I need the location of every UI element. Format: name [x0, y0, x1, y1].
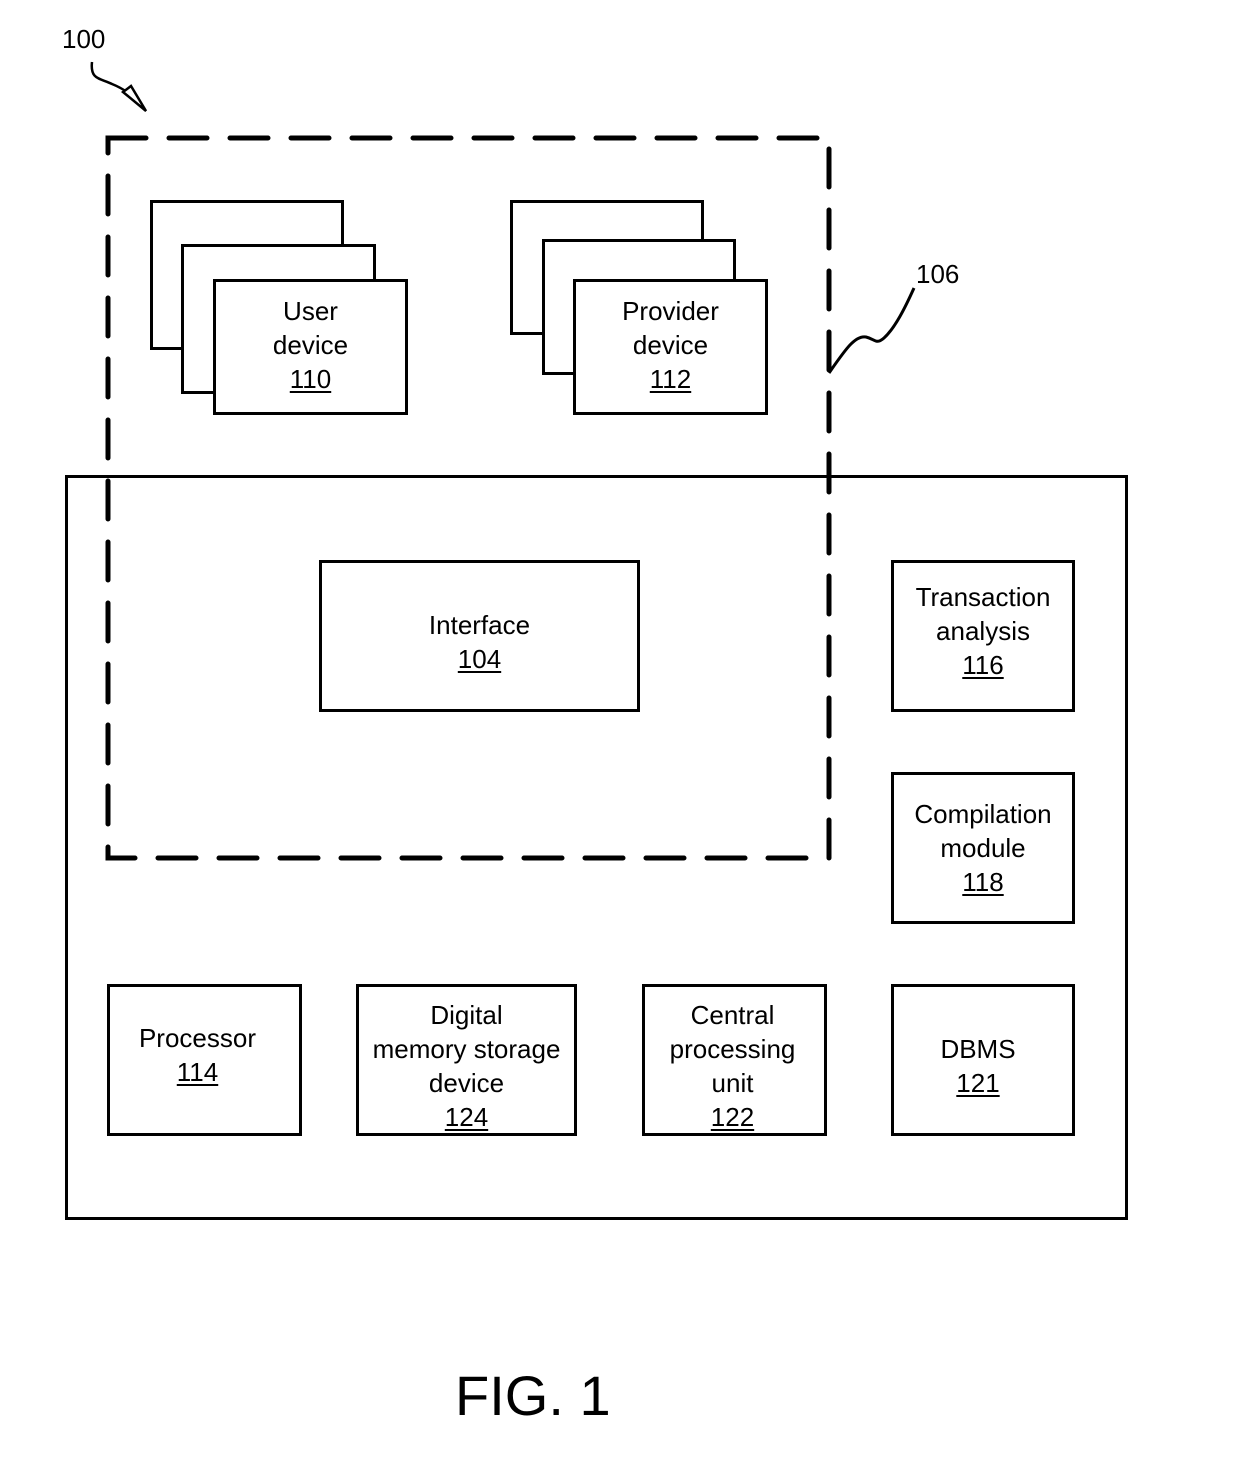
system-reference-label: 100 [62, 24, 106, 54]
user-device-number: 110 [289, 364, 332, 394]
reference-arrow-icon [120, 84, 148, 112]
memory-storage-number: 124 [444, 1102, 489, 1132]
network-reference-label: 106 [916, 259, 960, 289]
provider-device-label: Provider device 112 [576, 294, 765, 396]
user-device-box: User device 110 [213, 279, 408, 415]
interface-box: Interface 104 [319, 560, 640, 712]
user-device-label: User device 110 [216, 294, 405, 396]
compilation-module-number: 118 [962, 867, 1004, 897]
transaction-analysis-number: 116 [962, 650, 1004, 680]
transaction-analysis-box: Transaction analysis 116 [891, 560, 1075, 712]
compilation-module-box: Compilation module 118 [891, 772, 1075, 924]
memory-storage-label: Digital memory storage device 124 [351, 998, 582, 1134]
cpu-number: 122 [710, 1102, 755, 1132]
dbms-label: DBMS 121 [884, 1032, 1072, 1100]
provider-device-number: 112 [649, 364, 692, 394]
dbms-number: 121 [956, 1068, 1000, 1098]
figure-caption: FIG. 1 [455, 1364, 611, 1427]
reference-arrow-leader [90, 61, 135, 99]
dbms-box: DBMS 121 [891, 984, 1075, 1136]
compilation-module-label: Compilation module 118 [888, 797, 1078, 899]
provider-device-box: Provider device 112 [573, 279, 768, 415]
interface-number: 104 [457, 644, 502, 674]
network-leader-line [827, 287, 916, 374]
interface-label: Interface 104 [322, 608, 637, 676]
processor-label: Processor 114 [96, 1021, 299, 1089]
cpu-box: Central processing unit 122 [642, 984, 827, 1136]
memory-storage-box: Digital memory storage device 124 [356, 984, 577, 1136]
processor-number: 114 [176, 1057, 219, 1087]
processor-box: Processor 114 [107, 984, 302, 1136]
transaction-analysis-label: Transaction analysis 116 [888, 580, 1078, 682]
cpu-label: Central processing unit 122 [641, 998, 824, 1134]
